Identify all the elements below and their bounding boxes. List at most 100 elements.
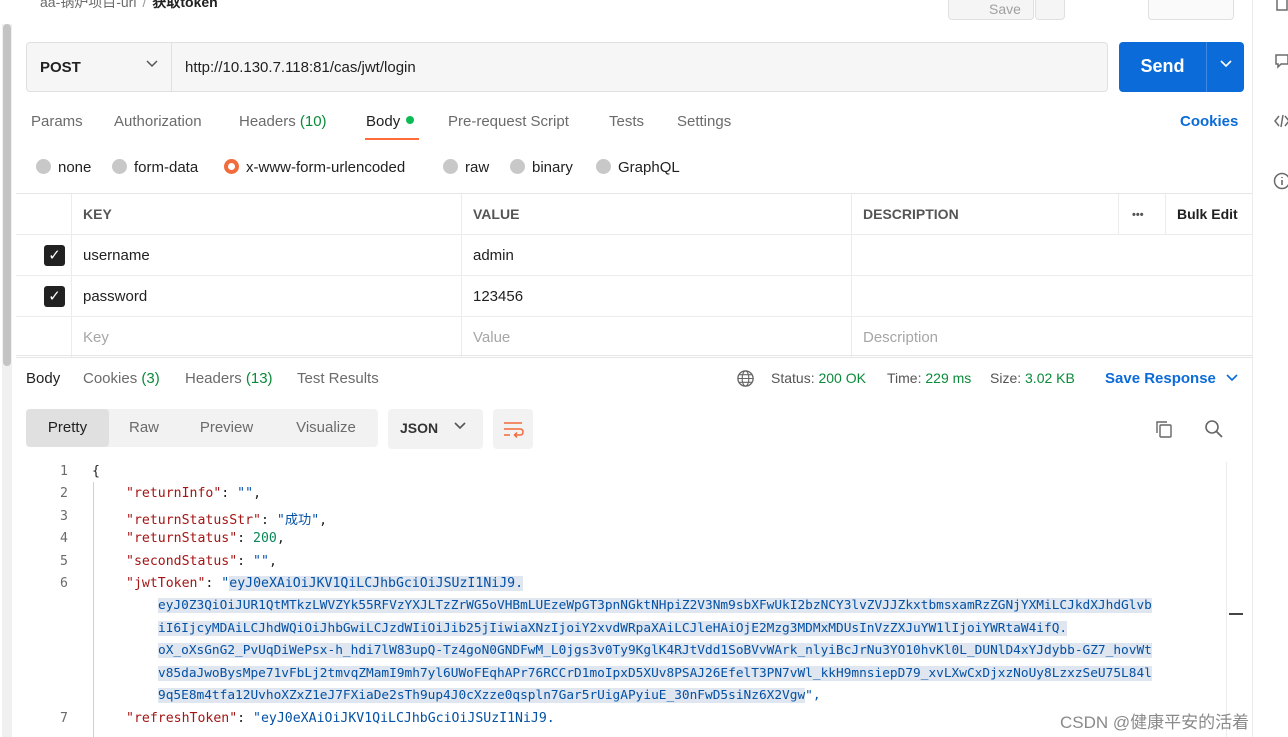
key-cell[interactable]: password xyxy=(71,276,461,316)
watermark: CSDN @健康平安的活着 xyxy=(1060,708,1249,733)
radio-circle[interactable] xyxy=(36,159,51,174)
code-line: "secondStatus": "", xyxy=(126,554,277,569)
chevron-down-icon xyxy=(454,419,466,431)
tab-tests[interactable]: Tests xyxy=(609,113,644,130)
view-preview-button[interactable]: Preview xyxy=(179,409,274,447)
info-icon[interactable] xyxy=(1273,172,1288,190)
response-body-editor[interactable]: 1 2 3 4 5 6 7 { "returnInfo": "", "retur… xyxy=(0,459,1252,737)
cookies-link[interactable]: Cookies xyxy=(1180,113,1238,130)
key-cell[interactable]: username xyxy=(71,235,461,275)
save-response-button[interactable]: Save Response xyxy=(1105,370,1238,387)
radio-raw[interactable]: raw xyxy=(443,159,489,176)
size-label: Size: xyxy=(990,370,1021,386)
save-dropdown-button[interactable] xyxy=(1035,0,1065,20)
response-tab-test-results[interactable]: Test Results xyxy=(297,370,379,387)
radio-binary[interactable]: binary xyxy=(510,159,573,176)
response-tab-headers[interactable]: Headers (13) xyxy=(185,370,273,387)
view-pretty-button[interactable]: Pretty xyxy=(26,409,109,447)
tab-prerequest-script[interactable]: Pre-request Script xyxy=(448,113,569,130)
format-select[interactable]: JSON xyxy=(388,409,483,449)
code-line-wrapped: iI6IjcyMDAiLCJhdWQiOiJhbGwiLCJzdWIiOiJib… xyxy=(94,621,1222,636)
json-key: "secondStatus" xyxy=(126,554,237,569)
edit-button[interactable] xyxy=(1148,0,1234,20)
params-table: KEY VALUE DESCRIPTION ••• Bulk Edit ✓ us… xyxy=(16,193,1252,356)
selected-token-text: eyJ0Z3QiOiJUR1QtMTkzLWVZYk55RFVzYXJLTzZr… xyxy=(158,598,1152,613)
chevron-down-icon xyxy=(1220,57,1232,69)
code-line-wrapped: eyJ0Z3QiOiJUR1QtMTkzLWVZYk55RFVzYXJLTzZr… xyxy=(94,598,1222,613)
radio-x-www-form-urlencoded[interactable]: x-www-form-urlencoded xyxy=(224,159,405,176)
radio-form-data[interactable]: form-data xyxy=(112,159,198,176)
top-bar: aa-锅炉项目-uri/获取token Save ••• xyxy=(0,0,1252,24)
copy-icon[interactable] xyxy=(1154,419,1174,439)
breadcrumb-current[interactable]: 获取token xyxy=(152,0,217,10)
table-more-icon[interactable]: ••• xyxy=(1118,194,1165,234)
line-number: 7 xyxy=(52,711,68,726)
column-header-value: VALUE xyxy=(461,194,851,234)
value-cell[interactable]: admin xyxy=(461,235,851,275)
row-checkbox[interactable]: ✓ xyxy=(44,245,65,266)
time-value: 229 ms xyxy=(925,370,971,386)
tab-headers[interactable]: Headers (10) xyxy=(239,113,327,130)
radio-circle[interactable] xyxy=(112,159,127,174)
breadcrumb-parent[interactable]: aa-锅炉项目-uri xyxy=(40,0,136,10)
response-tab-body[interactable]: Body xyxy=(26,370,60,387)
response-tab-headers-label: Headers xyxy=(185,370,242,387)
selected-token-text: oX_oXsGnG2_PvUqDiWePsx-h_hdi7lW83upQ-Tz4… xyxy=(158,643,1152,658)
size-value: 3.02 KB xyxy=(1025,370,1075,386)
tab-headers-count: (10) xyxy=(300,113,327,130)
json-key: "refreshToken" xyxy=(126,711,237,726)
globe-icon[interactable] xyxy=(736,369,755,388)
value-placeholder[interactable]: Value xyxy=(461,317,851,358)
tab-params[interactable]: Params xyxy=(31,113,83,130)
view-raw-button[interactable]: Raw xyxy=(109,409,179,447)
tab-settings[interactable]: Settings xyxy=(677,113,731,130)
send-dropdown-button[interactable] xyxy=(1206,42,1244,92)
radio-none[interactable]: none xyxy=(36,159,91,176)
url-input[interactable]: http://10.130.7.118:81/cas/jwt/login xyxy=(171,42,1108,92)
documentation-icon[interactable] xyxy=(1273,0,1288,14)
description-cell[interactable] xyxy=(851,276,1252,316)
send-button[interactable]: Send xyxy=(1119,42,1206,92)
description-cell[interactable] xyxy=(851,235,1252,275)
editor-scrollbar[interactable] xyxy=(1226,462,1244,737)
tab-authorization[interactable]: Authorization xyxy=(114,113,202,130)
row-checkbox[interactable]: ✓ xyxy=(44,286,65,307)
response-divider[interactable] xyxy=(16,357,1252,358)
code-snippet-icon[interactable] xyxy=(1273,112,1288,130)
method-select[interactable]: POST xyxy=(26,42,171,92)
radio-circle[interactable] xyxy=(443,159,458,174)
more-options-icon[interactable]: ••• xyxy=(1085,0,1105,8)
scrollbar-thumb[interactable] xyxy=(3,24,11,366)
radio-label: GraphQL xyxy=(618,159,680,176)
bulk-edit-button[interactable]: Bulk Edit xyxy=(1165,194,1252,234)
radio-circle[interactable] xyxy=(596,159,611,174)
wrap-lines-button[interactable] xyxy=(493,409,533,449)
tab-headers-label: Headers xyxy=(239,113,296,130)
chevron-down-icon xyxy=(1226,371,1238,383)
line-number: 2 xyxy=(52,486,68,501)
selected-token-text: 9q5E8m4tfa12UvhoXZxZ1eJ7FXiaDe2sTh9up4J0… xyxy=(158,688,805,703)
radio-graphql[interactable]: GraphQL xyxy=(596,159,680,176)
search-icon[interactable] xyxy=(1204,419,1224,439)
key-placeholder[interactable]: Key xyxy=(71,317,461,358)
time-readout[interactable]: Time: 229 ms xyxy=(887,370,971,386)
value-cell[interactable]: 123456 xyxy=(461,276,851,316)
code-line-wrapped: oX_oXsGnG2_PvUqDiWePsx-h_hdi7lW83upQ-Tz4… xyxy=(94,643,1222,658)
radio-label: raw xyxy=(465,159,489,176)
size-readout[interactable]: Size: 3.02 KB xyxy=(990,370,1075,386)
save-button[interactable]: Save xyxy=(948,0,1034,20)
line-number: 5 xyxy=(52,554,68,569)
radio-circle[interactable] xyxy=(510,159,525,174)
status-readout[interactable]: Status: 200 OK xyxy=(771,370,866,386)
column-header-description: DESCRIPTION xyxy=(851,194,1118,234)
tab-body[interactable]: Body xyxy=(366,113,414,130)
line-number: 1 xyxy=(52,464,68,479)
radio-label: none xyxy=(58,159,91,176)
description-placeholder[interactable]: Description xyxy=(851,317,1252,358)
table-header-row: KEY VALUE DESCRIPTION ••• Bulk Edit xyxy=(16,194,1252,235)
format-label: JSON xyxy=(400,420,438,436)
view-visualize-button[interactable]: Visualize xyxy=(274,409,378,447)
comments-icon[interactable] xyxy=(1273,52,1288,70)
response-tab-cookies[interactable]: Cookies (3) xyxy=(83,370,160,387)
radio-circle-selected[interactable] xyxy=(224,159,239,174)
